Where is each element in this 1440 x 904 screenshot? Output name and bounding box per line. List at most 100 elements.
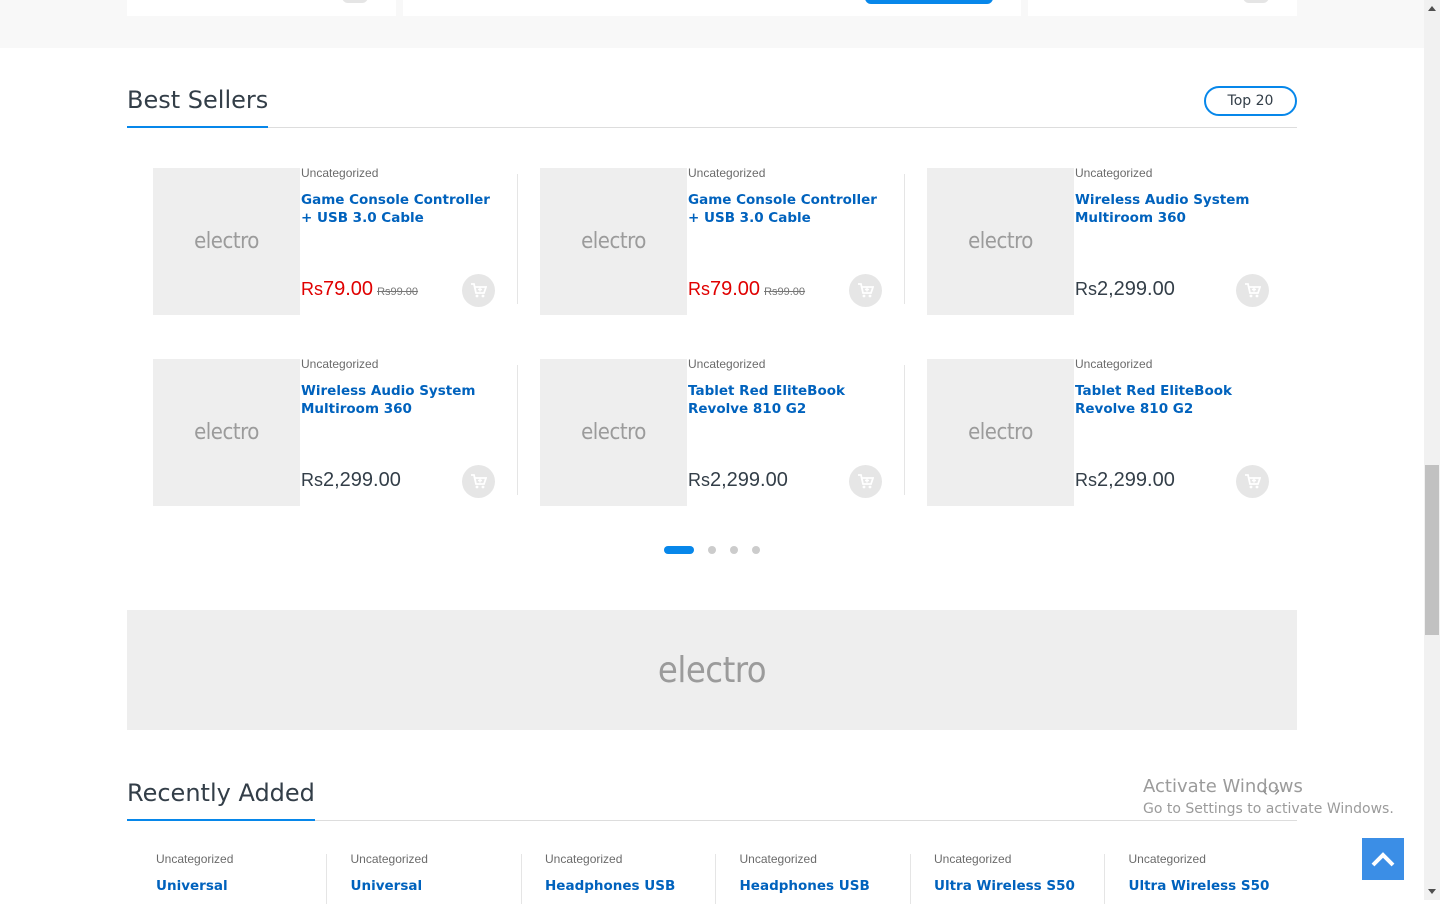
product-category[interactable]: Uncategorized (934, 852, 1011, 866)
recent-product[interactable]: Uncategorized Ultra Wireless S50 (905, 840, 1105, 904)
recent-product[interactable]: Uncategorized Universal (127, 840, 327, 904)
carousel-dot[interactable] (664, 546, 694, 554)
best-sellers-header: Best Sellers Top 20 (127, 86, 1297, 128)
prev-card-button[interactable] (342, 0, 368, 3)
product-title[interactable]: Game Console Controller + USB 3.0 Cable (688, 192, 888, 227)
product-card[interactable]: electro Uncategorized Tablet Red EliteBook… (514, 341, 889, 506)
regular-price: Rs99.00 (377, 286, 418, 298)
best-sellers-title: Best Sellers (127, 86, 269, 128)
recently-added-title: Recently Added (127, 779, 315, 821)
recent-product[interactable]: Uncategorized Headphones USB (516, 840, 716, 904)
old-price-currency: Rs (764, 286, 778, 298)
price: Rs2,299.00 (688, 469, 788, 492)
old-price-amount: 99.00 (777, 286, 806, 298)
recent-product[interactable]: Uncategorized Ultra Wireless S50 (1100, 840, 1294, 900)
add-to-cart-icon (857, 474, 874, 489)
add-to-cart-button[interactable] (849, 274, 882, 307)
previous-section-strip (0, 0, 1424, 48)
product-category[interactable]: Uncategorized (351, 852, 428, 866)
add-to-cart-button[interactable] (849, 465, 882, 498)
product-category[interactable]: Uncategorized (1075, 357, 1152, 371)
product-title[interactable]: Universal (156, 878, 306, 896)
price-amount: 79.00 (323, 278, 374, 300)
carousel-dot[interactable] (708, 546, 716, 554)
promo-banner[interactable]: electro (127, 610, 1297, 730)
banner-image-label: electro (657, 649, 767, 691)
scroll-down-arrow-icon[interactable] (1424, 884, 1440, 900)
prev-card-blue-button[interactable] (865, 0, 993, 4)
product-image-label: electro (968, 420, 1033, 445)
product-category[interactable]: Uncategorized (301, 357, 378, 371)
product-title[interactable]: Headphones USB (545, 878, 695, 896)
prev-card (403, 0, 1021, 16)
product-image[interactable]: electro (927, 168, 1074, 315)
product-image[interactable]: electro (153, 168, 300, 315)
product-title[interactable]: Tablet Red EliteBook Revolve 810 G2 (1075, 383, 1275, 418)
price-amount: 2,299.00 (1097, 278, 1175, 300)
chevron-up-icon (1371, 852, 1395, 867)
price-amount: 2,299.00 (1097, 469, 1175, 491)
price-currency: Rs (301, 470, 323, 490)
back-to-top-button[interactable] (1362, 838, 1404, 880)
product-image[interactable]: electro (927, 359, 1074, 506)
add-to-cart-button[interactable] (462, 274, 495, 307)
product-card[interactable]: electro Uncategorized Game Console Control… (514, 150, 889, 315)
product-category[interactable]: Uncategorized (1129, 852, 1206, 866)
add-to-cart-icon (1244, 474, 1261, 489)
product-title[interactable]: Ultra Wireless S50 (1129, 878, 1279, 896)
scrollbar-thumb[interactable] (1425, 465, 1439, 635)
product-image[interactable]: electro (540, 359, 687, 506)
product-card[interactable]: electro Uncategorized Wireless Audio Syste… (901, 150, 1276, 315)
recent-product[interactable]: Uncategorized Universal (322, 840, 522, 904)
product-title[interactable]: Headphones USB (740, 878, 890, 896)
product-title[interactable]: Game Console Controller + USB 3.0 Cable (301, 192, 501, 227)
price-currency: Rs (301, 279, 323, 299)
carousel-dot[interactable] (752, 546, 760, 554)
price-amount: 2,299.00 (323, 469, 401, 491)
scroll-up-arrow-icon[interactable] (1424, 0, 1440, 16)
chevron-left-icon[interactable]: ‹ (1262, 780, 1268, 800)
prev-card-button[interactable] (1243, 0, 1269, 3)
add-to-cart-icon (470, 474, 487, 489)
add-to-cart-icon (857, 283, 874, 298)
carousel-dot[interactable] (730, 546, 738, 554)
price: Rs2,299.00 (1075, 278, 1175, 301)
price: Rs2,299.00 (1075, 469, 1175, 492)
product-category[interactable]: Uncategorized (545, 852, 622, 866)
product-image[interactable]: electro (540, 168, 687, 315)
product-card[interactable]: electro Uncategorized Game Console Control… (127, 150, 502, 315)
price-currency: Rs (1075, 279, 1097, 299)
price-currency: Rs (688, 470, 710, 490)
product-title[interactable]: Universal (351, 878, 501, 896)
product-category[interactable]: Uncategorized (156, 852, 233, 866)
product-image-label: electro (194, 229, 259, 254)
product-title[interactable]: Wireless Audio System Multiroom 360 (301, 383, 501, 418)
product-image-label: electro (581, 420, 646, 445)
product-title[interactable]: Tablet Red EliteBook Revolve 810 G2 (688, 383, 888, 418)
product-category[interactable]: Uncategorized (740, 852, 817, 866)
product-title[interactable]: Wireless Audio System Multiroom 360 (1075, 192, 1275, 227)
prev-card (1028, 0, 1297, 16)
product-category[interactable]: Uncategorized (688, 357, 765, 371)
regular-price: Rs99.00 (764, 286, 805, 298)
tab-top-20[interactable]: Top 20 (1204, 86, 1297, 116)
product-category[interactable]: Uncategorized (688, 166, 765, 180)
product-card[interactable]: electro Uncategorized Tablet Red EliteBook… (901, 341, 1276, 506)
chevron-right-icon[interactable]: › (1274, 780, 1280, 800)
recent-product[interactable]: Uncategorized Headphones USB (711, 840, 911, 904)
product-category[interactable]: Uncategorized (301, 166, 378, 180)
prev-card (127, 0, 396, 16)
add-to-cart-button[interactable] (1236, 274, 1269, 307)
price-amount: 2,299.00 (710, 469, 788, 491)
add-to-cart-button[interactable] (1236, 465, 1269, 498)
price-currency: Rs (688, 279, 710, 299)
product-category[interactable]: Uncategorized (1075, 166, 1152, 180)
product-card[interactable]: electro Uncategorized Wireless Audio Syste… (127, 341, 502, 506)
sale-price: Rs79.00 Rs99.00 (688, 278, 805, 301)
price-currency: Rs (1075, 470, 1097, 490)
product-image[interactable]: electro (153, 359, 300, 506)
add-to-cart-button[interactable] (462, 465, 495, 498)
page-scrollbar[interactable] (1424, 0, 1440, 900)
product-image-label: electro (194, 420, 259, 445)
product-title[interactable]: Ultra Wireless S50 (934, 878, 1084, 896)
